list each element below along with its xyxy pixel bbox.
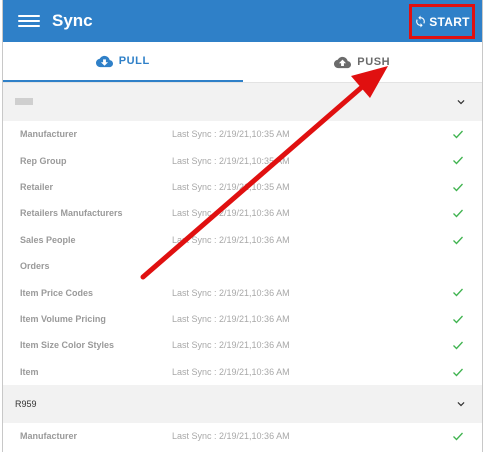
start-label: START <box>429 14 470 29</box>
last-sync-text: Last Sync : 2/19/21,10:35 AM <box>172 155 290 166</box>
entity-name: Rep Group <box>20 155 67 166</box>
tab-pull-label: PULL <box>118 55 150 67</box>
start-button[interactable]: START <box>409 4 475 39</box>
app-bar: Sync START <box>3 0 482 42</box>
last-sync-text: Last Sync : 2/19/21,10:35 AM <box>172 129 290 140</box>
sync-list: Manufacturer Last Sync : 2/19/21,10:36 AM <box>3 423 482 449</box>
sync-screen: Sync START PULL PUSH Manufacturer Last Sy… <box>2 0 483 452</box>
tab-pull[interactable]: PULL <box>3 42 243 82</box>
group-header[interactable] <box>3 83 482 121</box>
check-icon <box>453 288 463 297</box>
check-icon <box>453 209 463 218</box>
tab-push[interactable]: PUSH <box>243 42 483 82</box>
redacted-group-name <box>15 98 33 105</box>
entity-name: Manufacturer <box>20 129 78 140</box>
last-sync-text: Last Sync : 2/19/21,10:36 AM <box>172 366 290 377</box>
check-icon <box>453 315 463 324</box>
cloud-download-icon <box>95 55 113 67</box>
entity-name: Sales People <box>20 234 76 245</box>
check-icon <box>453 341 463 350</box>
group-name <box>15 97 33 107</box>
check-icon <box>453 368 463 376</box>
chevron-down-icon[interactable] <box>454 95 468 109</box>
list-item: Item Price Codes Last Sync : 2/19/21,10:3… <box>3 279 482 305</box>
last-sync-text: Last Sync : 2/19/21,10:36 AM <box>172 431 290 442</box>
check-icon <box>453 130 463 139</box>
list-item: Retailer Last Sync : 2/19/21,10:35 AM <box>3 174 482 200</box>
last-sync-text: Last Sync : 2/19/21,10:36 AM <box>172 313 290 324</box>
tab-push-label: PUSH <box>357 56 391 68</box>
entity-name: Manufacturer <box>20 431 78 442</box>
sync-groups: Manufacturer Last Sync : 2/19/21,10:35 AM… <box>3 83 482 449</box>
entity-name: Item Price Codes <box>20 287 94 298</box>
entity-name: Item <box>20 366 39 377</box>
list-item: Retailers Manufacturers Last Sync : 2/19/… <box>3 200 482 226</box>
entity-name: Item Volume Pricing <box>20 313 106 324</box>
group-header[interactable]: R959 <box>3 384 482 423</box>
list-item: Item Last Sync : 2/19/21,10:36 AM <box>3 359 482 385</box>
last-sync-text: Last Sync : 2/19/21,10:36 AM <box>172 287 290 298</box>
sync-icon <box>416 15 426 28</box>
list-item: Manufacturer Last Sync : 2/19/21,10:36 AM <box>3 423 482 449</box>
last-sync-text: Last Sync : 2/19/21,10:36 AM <box>172 340 290 351</box>
check-icon <box>453 432 463 441</box>
check-icon <box>453 156 463 165</box>
hamburger-icon[interactable] <box>18 12 40 30</box>
list-item: Orders <box>3 253 482 279</box>
last-sync-text: Last Sync : 2/19/21,10:36 AM <box>172 234 290 245</box>
group-name: R959 <box>15 398 37 409</box>
cloud-upload-icon <box>334 56 352 68</box>
chevron-down-icon[interactable] <box>454 397 468 411</box>
sync-list: Manufacturer Last Sync : 2/19/21,10:35 AM… <box>3 121 482 385</box>
entity-name: Orders <box>20 261 50 272</box>
list-item: Item Volume Pricing Last Sync : 2/19/21,1… <box>3 306 482 332</box>
entity-name: Retailer <box>20 181 54 192</box>
entity-name: Retailers Manufacturers <box>20 208 123 219</box>
list-item: Manufacturer Last Sync : 2/19/21,10:35 AM <box>3 121 482 147</box>
check-icon <box>453 183 463 192</box>
tab-bar: PULL PUSH <box>3 42 482 83</box>
page-title: Sync <box>52 11 93 30</box>
entity-name: Item Size Color Styles <box>20 340 115 351</box>
list-item: Rep Group Last Sync : 2/19/21,10:35 AM <box>3 147 482 173</box>
last-sync-text: Last Sync : 2/19/21,10:35 AM <box>172 181 290 192</box>
list-item: Sales People Last Sync : 2/19/21,10:36 AM <box>3 227 482 253</box>
last-sync-text: Last Sync : 2/19/21,10:36 AM <box>172 208 290 219</box>
check-icon <box>453 236 463 245</box>
list-item: Item Size Color Styles Last Sync : 2/19/2… <box>3 332 482 358</box>
